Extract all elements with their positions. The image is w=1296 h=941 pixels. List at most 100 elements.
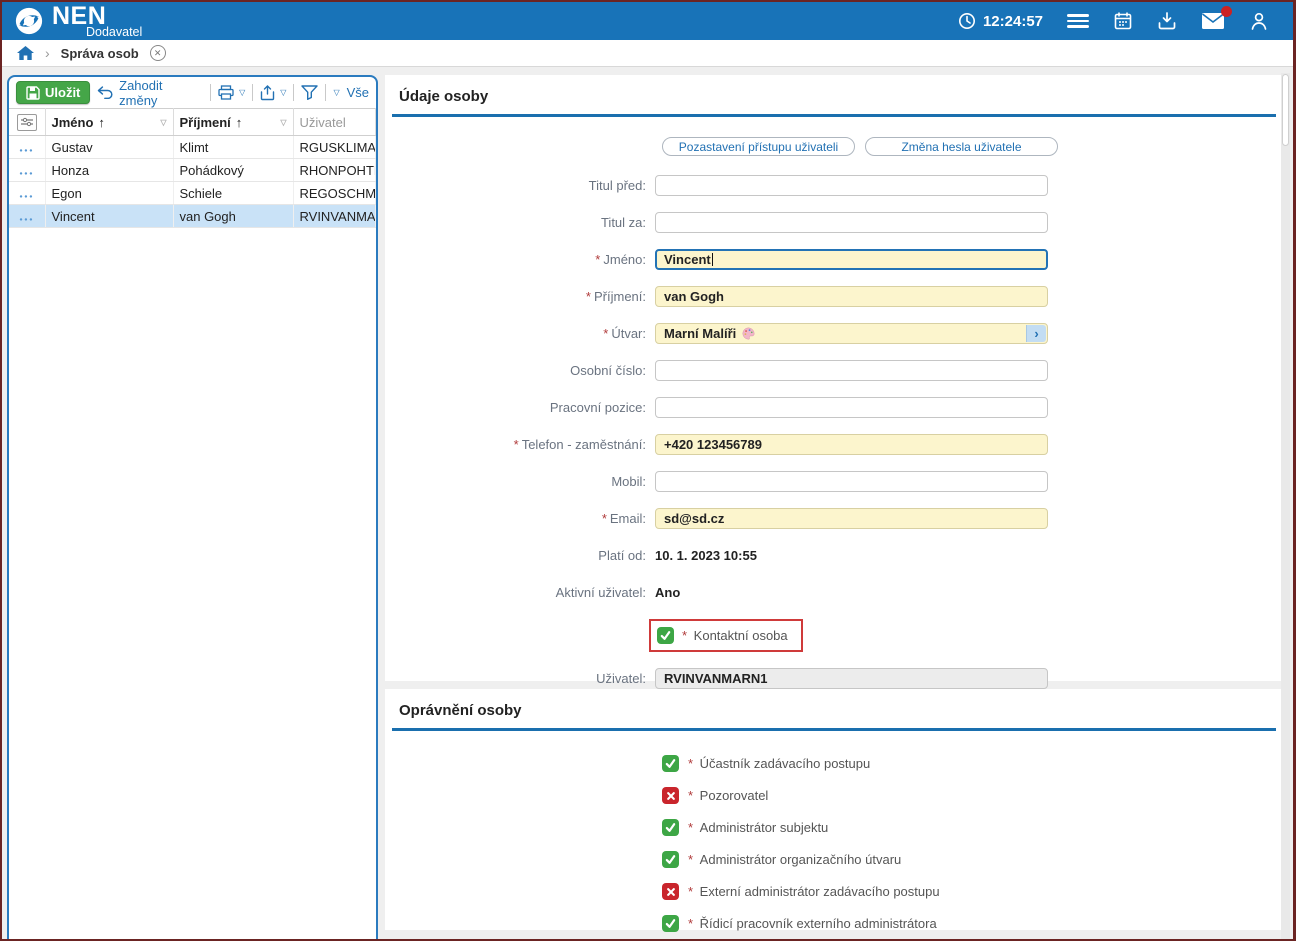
person-form: Titul před:Titul za:*Jméno:Vincent*Příjm… bbox=[385, 175, 1283, 689]
sliders-icon bbox=[21, 117, 33, 127]
table-row[interactable]: ●●● GustavKlimtRGUSKLIMARN bbox=[9, 136, 376, 159]
row-menu-cell[interactable]: ●●● bbox=[9, 159, 45, 182]
close-tab-icon[interactable]: ✕ bbox=[150, 45, 166, 61]
table-row[interactable]: ●●●HonzaPohádkovýRHONPOHTES bbox=[9, 159, 376, 182]
permission-label: * Administrátor organizačního útvaru bbox=[688, 852, 901, 867]
messages-button[interactable] bbox=[1201, 12, 1225, 30]
persons-rows: ●●●GustavKlimtRGUSKLIMARN●●●HonzaPohádko… bbox=[9, 136, 376, 228]
cell-uzivatel: RGUSKLIMARN bbox=[293, 136, 376, 159]
table-row[interactable]: ●●●Vincentvan GoghRVINVANMARN bbox=[9, 205, 376, 228]
field-input-utvar[interactable]: Marní Malíři› bbox=[655, 323, 1048, 344]
printer-icon bbox=[218, 85, 234, 100]
row-menu-cell[interactable]: ●●● bbox=[9, 136, 45, 159]
discard-changes-button[interactable]: Zahodit změny bbox=[97, 78, 203, 108]
column-filter-icon[interactable]: ▽ bbox=[280, 118, 286, 127]
view-dropdown-icon[interactable]: ▽ bbox=[333, 88, 339, 97]
checkbox-field-kontaktni-osoba[interactable]: * Kontaktní osoba bbox=[649, 619, 803, 652]
suspend-access-button[interactable]: Pozastavení přístupu uživateli bbox=[662, 137, 855, 156]
field-value-telefon-zamestnani: +420 123456789 bbox=[664, 437, 762, 452]
permission-item[interactable]: * Administrátor subjektu bbox=[662, 819, 1283, 836]
field-label-utvar: *Útvar: bbox=[385, 326, 655, 341]
row-menu-cell[interactable]: ●●● bbox=[9, 205, 45, 228]
field-input-pracovni-pozice[interactable] bbox=[655, 397, 1048, 418]
open-detail-button[interactable]: › bbox=[1026, 325, 1046, 342]
row-menu-icon[interactable]: ●●● bbox=[19, 171, 34, 177]
field-row-mobil: Mobil: bbox=[385, 471, 1283, 492]
cell-prijmeni: Schiele bbox=[173, 182, 293, 205]
export-dropdown-icon[interactable]: ▽ bbox=[280, 88, 286, 97]
change-password-button[interactable]: Změna hesla uživatele bbox=[865, 137, 1058, 156]
field-input-prijmeni[interactable]: van Gogh bbox=[655, 286, 1048, 307]
cell-uzivatel: REGOSCHMAR bbox=[293, 182, 376, 205]
home-icon[interactable] bbox=[17, 46, 34, 61]
table-row[interactable]: ●●●EgonSchieleREGOSCHMAR bbox=[9, 182, 376, 205]
row-menu-icon[interactable]: ●●● bbox=[19, 148, 34, 154]
print-dropdown-icon[interactable]: ▽ bbox=[239, 88, 245, 97]
print-button[interactable]: ▽ bbox=[218, 85, 245, 100]
unchecked-checkbox-icon[interactable] bbox=[662, 883, 679, 900]
column-filter-icon[interactable]: ▽ bbox=[160, 118, 166, 127]
field-input-titul-pred[interactable] bbox=[655, 175, 1048, 196]
column-header-uzivatel[interactable]: Uživatel bbox=[293, 109, 376, 136]
field-label-osobni-cislo: Osobní číslo: bbox=[385, 363, 655, 378]
content-area: Uložit Zahodit změny ▽ ▽ bbox=[2, 69, 1293, 939]
field-input-mobil[interactable] bbox=[655, 471, 1048, 492]
brand-subtitle: Dodavatel bbox=[86, 26, 142, 39]
sort-asc-icon: ↑ bbox=[236, 115, 243, 130]
app-window: NEN Dodavatel 12:24:57 › Správa osob ✕ bbox=[0, 0, 1296, 941]
permission-label: * Účastník zadávacího postupu bbox=[688, 756, 870, 771]
permission-item[interactable]: * Řídicí pracovník externího administrát… bbox=[662, 915, 1283, 932]
breadcrumb-page-title: Správa osob bbox=[61, 46, 139, 61]
checked-checkbox-icon[interactable] bbox=[662, 915, 679, 932]
field-row-uzivatel: Uživatel:RVINVANMARN1 bbox=[385, 668, 1283, 689]
column-header-jmeno[interactable]: Jméno↑ ▽ bbox=[45, 109, 173, 136]
checked-checkbox-icon[interactable] bbox=[657, 627, 674, 644]
field-input-telefon-zamestnani[interactable]: +420 123456789 bbox=[655, 434, 1048, 455]
toolbar-separator bbox=[252, 84, 253, 101]
field-input-jmeno[interactable]: Vincent bbox=[655, 249, 1048, 270]
checked-checkbox-icon[interactable] bbox=[662, 851, 679, 868]
permission-item[interactable]: * Administrátor organizačního útvaru bbox=[662, 851, 1283, 868]
scrollbar-thumb[interactable] bbox=[1282, 74, 1289, 146]
permission-label: * Řídicí pracovník externího administrát… bbox=[688, 916, 937, 931]
cell-jmeno: Gustav bbox=[45, 136, 173, 159]
field-row-aktivni-uzivatel: Aktivní uživatel:Ano bbox=[385, 582, 1283, 603]
user-profile-icon[interactable] bbox=[1249, 11, 1269, 31]
view-all-button[interactable]: Vše bbox=[347, 85, 369, 100]
cell-jmeno: Honza bbox=[45, 159, 173, 182]
nen-logo-icon bbox=[14, 6, 44, 36]
calendar-icon[interactable] bbox=[1113, 11, 1133, 31]
download-tray-icon[interactable] bbox=[1157, 11, 1177, 31]
menu-icon[interactable] bbox=[1067, 11, 1089, 31]
checked-checkbox-icon[interactable] bbox=[662, 755, 679, 772]
cell-prijmeni: Klimt bbox=[173, 136, 293, 159]
unchecked-checkbox-icon[interactable] bbox=[662, 787, 679, 804]
field-row-prijmeni: *Příjmení:van Gogh bbox=[385, 286, 1283, 307]
field-label-aktivni-uzivatel: Aktivní uživatel: bbox=[385, 585, 655, 600]
row-menu-cell[interactable]: ●●● bbox=[9, 182, 45, 205]
required-star: * bbox=[603, 326, 608, 341]
checked-checkbox-icon[interactable] bbox=[662, 819, 679, 836]
export-button[interactable]: ▽ bbox=[260, 85, 286, 101]
field-row-osobni-cislo: Osobní číslo: bbox=[385, 360, 1283, 381]
save-button[interactable]: Uložit bbox=[16, 81, 90, 104]
permission-item[interactable]: * Externí administrátor zadávacího postu… bbox=[662, 883, 1283, 900]
column-settings-button[interactable] bbox=[17, 114, 37, 131]
filter-icon[interactable] bbox=[301, 85, 318, 100]
field-input-email[interactable]: sd@sd.cz bbox=[655, 508, 1048, 529]
vertical-scrollbar[interactable] bbox=[1281, 73, 1290, 939]
persons-table: Jméno↑ ▽ Příjmení↑ ▽ Uživatel ●●● GustavK… bbox=[9, 108, 376, 228]
field-label-uzivatel: Uživatel: bbox=[385, 671, 655, 686]
row-menu-icon[interactable]: ●●● bbox=[19, 194, 34, 200]
permission-item[interactable]: * Pozorovatel bbox=[662, 787, 1283, 804]
person-details-card: Údaje osoby Pozastavení přístupu uživate… bbox=[385, 75, 1283, 681]
field-label-jmeno: *Jméno: bbox=[385, 252, 655, 267]
field-input-titul-za[interactable] bbox=[655, 212, 1048, 233]
field-value-plati-od: 10. 1. 2023 10:55 bbox=[655, 548, 757, 563]
column-header-prijmeni[interactable]: Příjmení↑ ▽ bbox=[173, 109, 293, 136]
required-star: * bbox=[688, 756, 697, 771]
row-menu-icon[interactable]: ●●● bbox=[19, 217, 34, 223]
permission-item[interactable]: * Účastník zadávacího postupu bbox=[662, 755, 1283, 772]
field-input-osobni-cislo[interactable] bbox=[655, 360, 1048, 381]
top-bar: NEN Dodavatel 12:24:57 bbox=[2, 2, 1293, 40]
